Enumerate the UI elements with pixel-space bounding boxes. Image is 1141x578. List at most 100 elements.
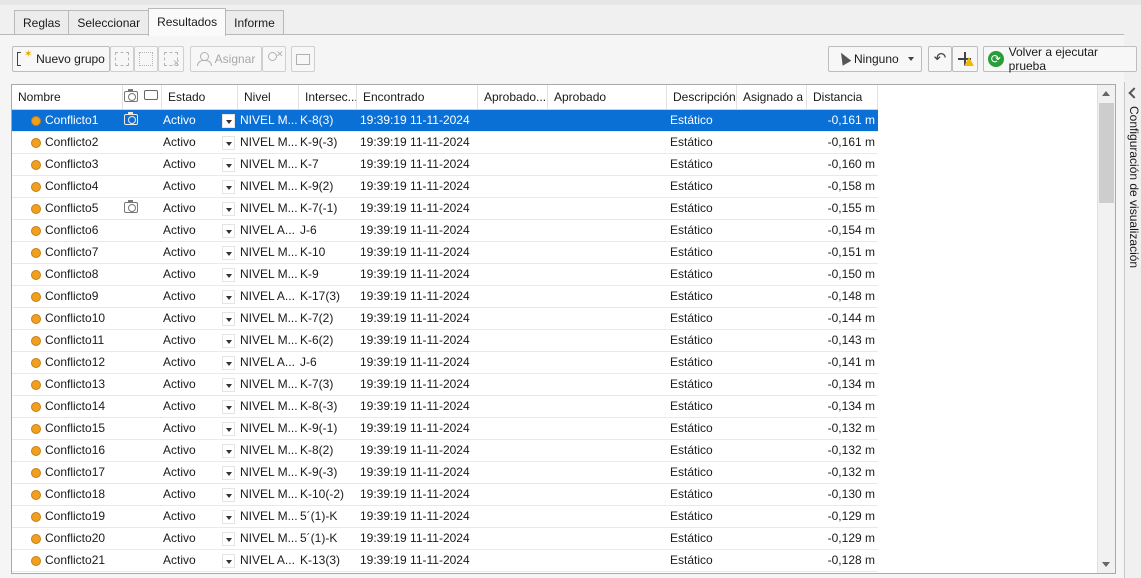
table-row[interactable]: Conflicto15 Activo NIVEL M... K-9(-1) 19:39:… bbox=[12, 418, 878, 440]
table-row[interactable]: Conflicto6 Activo NIVEL A... J-6 19:39:19 11… bbox=[12, 220, 878, 242]
status-dropdown[interactable] bbox=[222, 136, 235, 150]
chevron-left-icon[interactable] bbox=[1128, 87, 1140, 99]
cell-distance: -0,148 m bbox=[827, 289, 875, 303]
table-row[interactable]: Conflicto8 Activo NIVEL M... K-9 19:39:19 11… bbox=[12, 264, 878, 286]
cell-distance: -0,154 m bbox=[827, 223, 875, 237]
scrollbar-thumb[interactable] bbox=[1099, 103, 1114, 203]
tab-informe[interactable]: Informe bbox=[225, 10, 284, 35]
status-dropdown[interactable] bbox=[222, 180, 235, 194]
table-row[interactable]: Conflicto16 Activo NIVEL M... K-8(2) 19:39:1… bbox=[12, 440, 878, 462]
cell-description: Estático bbox=[670, 179, 713, 193]
cell-grid-intersection: K-7(2) bbox=[300, 311, 334, 325]
table-row[interactable]: Conflicto4 Activo NIVEL M... K-9(2) 19:39:19… bbox=[12, 176, 878, 198]
table-row[interactable]: Conflicto9 Activo NIVEL A... K-17(3) 19:39:1… bbox=[12, 286, 878, 308]
group-explode-button[interactable] bbox=[134, 46, 158, 72]
tab-bar: Reglas Seleccionar Resultados Informe bbox=[14, 8, 284, 36]
status-dropdown[interactable] bbox=[222, 224, 235, 238]
cell-distance: -0,132 m bbox=[827, 443, 875, 457]
column-header-status[interactable]: Estado bbox=[162, 85, 238, 109]
table-row[interactable]: Conflicto17 Activo NIVEL M... K-9(-3) 19:39:… bbox=[12, 462, 878, 484]
column-header-grid-intersection[interactable]: Intersec... bbox=[299, 85, 357, 109]
status-dropdown[interactable] bbox=[222, 158, 235, 172]
status-dropdown[interactable] bbox=[222, 334, 235, 348]
cell-level: NIVEL M... bbox=[240, 399, 298, 413]
table-row[interactable]: Conflicto20 Activo NIVEL M... 5´(1)-K 19:39:… bbox=[12, 528, 878, 550]
table-row[interactable]: Conflicto12 Activo NIVEL A... J-6 19:39:19 1… bbox=[12, 352, 878, 374]
scroll-up-icon[interactable] bbox=[1102, 91, 1110, 96]
table-row[interactable]: Conflicto21 Activo NIVEL A... K-13(3) 19:39:… bbox=[12, 550, 878, 572]
table-row[interactable]: Conflicto5 Activo NIVEL M... K-7(-1) 19:39:1… bbox=[12, 198, 878, 220]
window-top-strip bbox=[0, 0, 1141, 5]
column-header-level[interactable]: Nivel bbox=[238, 85, 299, 109]
table-row[interactable]: Conflicto1 Activo NIVEL M... K-8(3) 19:39:19… bbox=[12, 110, 878, 132]
column-header-approved-by[interactable]: Aprobado... bbox=[478, 85, 548, 109]
status-dropdown[interactable] bbox=[222, 466, 235, 480]
status-dropdown[interactable] bbox=[222, 356, 235, 370]
cell-status: Activo bbox=[163, 157, 196, 171]
table-row[interactable]: Conflicto7 Activo NIVEL M... K-10 19:39:19 1… bbox=[12, 242, 878, 264]
table-row[interactable]: Conflicto11 Activo NIVEL M... K-6(2) 19:39:1… bbox=[12, 330, 878, 352]
cell-status: Activo bbox=[163, 267, 196, 281]
camera-icon[interactable] bbox=[124, 112, 138, 125]
group-select-button[interactable] bbox=[110, 46, 134, 72]
status-dropdown[interactable] bbox=[222, 488, 235, 502]
camera-icon[interactable] bbox=[124, 200, 138, 213]
cell-distance: -0,134 m bbox=[827, 377, 875, 391]
status-dropdown[interactable] bbox=[222, 312, 235, 326]
status-dropdown[interactable] bbox=[222, 400, 235, 414]
highlight-filter-dropdown[interactable]: Ninguno bbox=[828, 46, 922, 72]
table-row[interactable]: Conflicto18 Activo NIVEL M... K-10(-2) 19:39… bbox=[12, 484, 878, 506]
new-group-button[interactable]: ✶ Nuevo grupo bbox=[12, 46, 110, 72]
column-header-viewpoint[interactable] bbox=[123, 85, 162, 109]
vertical-scrollbar[interactable] bbox=[1097, 85, 1115, 573]
column-header-found[interactable]: Encontrado bbox=[357, 85, 478, 109]
status-dropdown[interactable] bbox=[222, 444, 235, 458]
table-row[interactable]: Conflicto2 Activo NIVEL M... K-9(-3) 19:39:1… bbox=[12, 132, 878, 154]
status-dropdown[interactable] bbox=[222, 114, 235, 128]
table-body: Conflicto1 Activo NIVEL M... K-8(3) 19:39:19… bbox=[12, 110, 878, 572]
assign-button[interactable]: Asignar bbox=[190, 46, 262, 72]
status-dropdown[interactable] bbox=[222, 246, 235, 260]
cell-status: Activo bbox=[163, 113, 196, 127]
unassign-button[interactable]: ✕ bbox=[262, 46, 286, 72]
status-dot-icon bbox=[31, 402, 41, 412]
tab-seleccionar[interactable]: Seleccionar bbox=[68, 10, 150, 35]
cell-found: 19:39:19 11-11-2024 bbox=[360, 553, 470, 567]
display-settings-panel[interactable]: Configuración de visualización bbox=[1124, 82, 1141, 578]
reset-button[interactable]: ↶ bbox=[928, 46, 952, 72]
column-header-distance[interactable]: Distancia bbox=[807, 85, 878, 109]
cell-level: NIVEL M... bbox=[240, 377, 298, 391]
status-dot-icon bbox=[31, 160, 41, 170]
cell-found: 19:39:19 11-11-2024 bbox=[360, 531, 470, 545]
column-header-description[interactable]: Descripción bbox=[667, 85, 737, 109]
status-dropdown[interactable] bbox=[222, 422, 235, 436]
status-dropdown[interactable] bbox=[222, 510, 235, 524]
group-clear-button[interactable]: ✕ bbox=[158, 46, 184, 72]
cell-level: NIVEL M... bbox=[240, 157, 298, 171]
cell-found: 19:39:19 11-11-2024 bbox=[360, 311, 470, 325]
table-row[interactable]: Conflicto14 Activo NIVEL M... K-8(-3) 19:39:… bbox=[12, 396, 878, 418]
status-dropdown[interactable] bbox=[222, 554, 235, 568]
cell-distance: -0,155 m bbox=[827, 201, 875, 215]
status-dropdown[interactable] bbox=[222, 268, 235, 282]
cell-name: Conflicto3 bbox=[45, 157, 99, 171]
status-dropdown[interactable] bbox=[222, 202, 235, 216]
column-header-assigned-to[interactable]: Asignado a bbox=[737, 85, 807, 109]
table-row[interactable]: Conflicto13 Activo NIVEL M... K-7(3) 19:39:1… bbox=[12, 374, 878, 396]
status-dropdown[interactable] bbox=[222, 290, 235, 304]
status-dot-icon bbox=[31, 534, 41, 544]
comment-button[interactable] bbox=[291, 46, 315, 72]
table-row[interactable]: Conflicto10 Activo NIVEL M... K-7(2) 19:39:1… bbox=[12, 308, 878, 330]
column-header-approved[interactable]: Aprobado bbox=[548, 85, 667, 109]
tab-reglas[interactable]: Reglas bbox=[14, 10, 70, 35]
table-row[interactable]: Conflicto19 Activo NIVEL M... 5´(1)-K 19:39:… bbox=[12, 506, 878, 528]
tab-resultados[interactable]: Resultados bbox=[148, 8, 227, 36]
status-dropdown[interactable] bbox=[222, 378, 235, 392]
table-row[interactable]: Conflicto3 Activo NIVEL M... K-7 19:39:19 11… bbox=[12, 154, 878, 176]
compact-button[interactable] bbox=[952, 46, 978, 72]
rerun-test-button[interactable]: ⟳ Volver a ejecutar prueba bbox=[983, 45, 1137, 73]
chevron-down-icon bbox=[908, 57, 914, 61]
status-dropdown[interactable] bbox=[222, 532, 235, 546]
column-header-name[interactable]: Nombre bbox=[12, 85, 123, 109]
scroll-down-icon[interactable] bbox=[1102, 562, 1110, 567]
